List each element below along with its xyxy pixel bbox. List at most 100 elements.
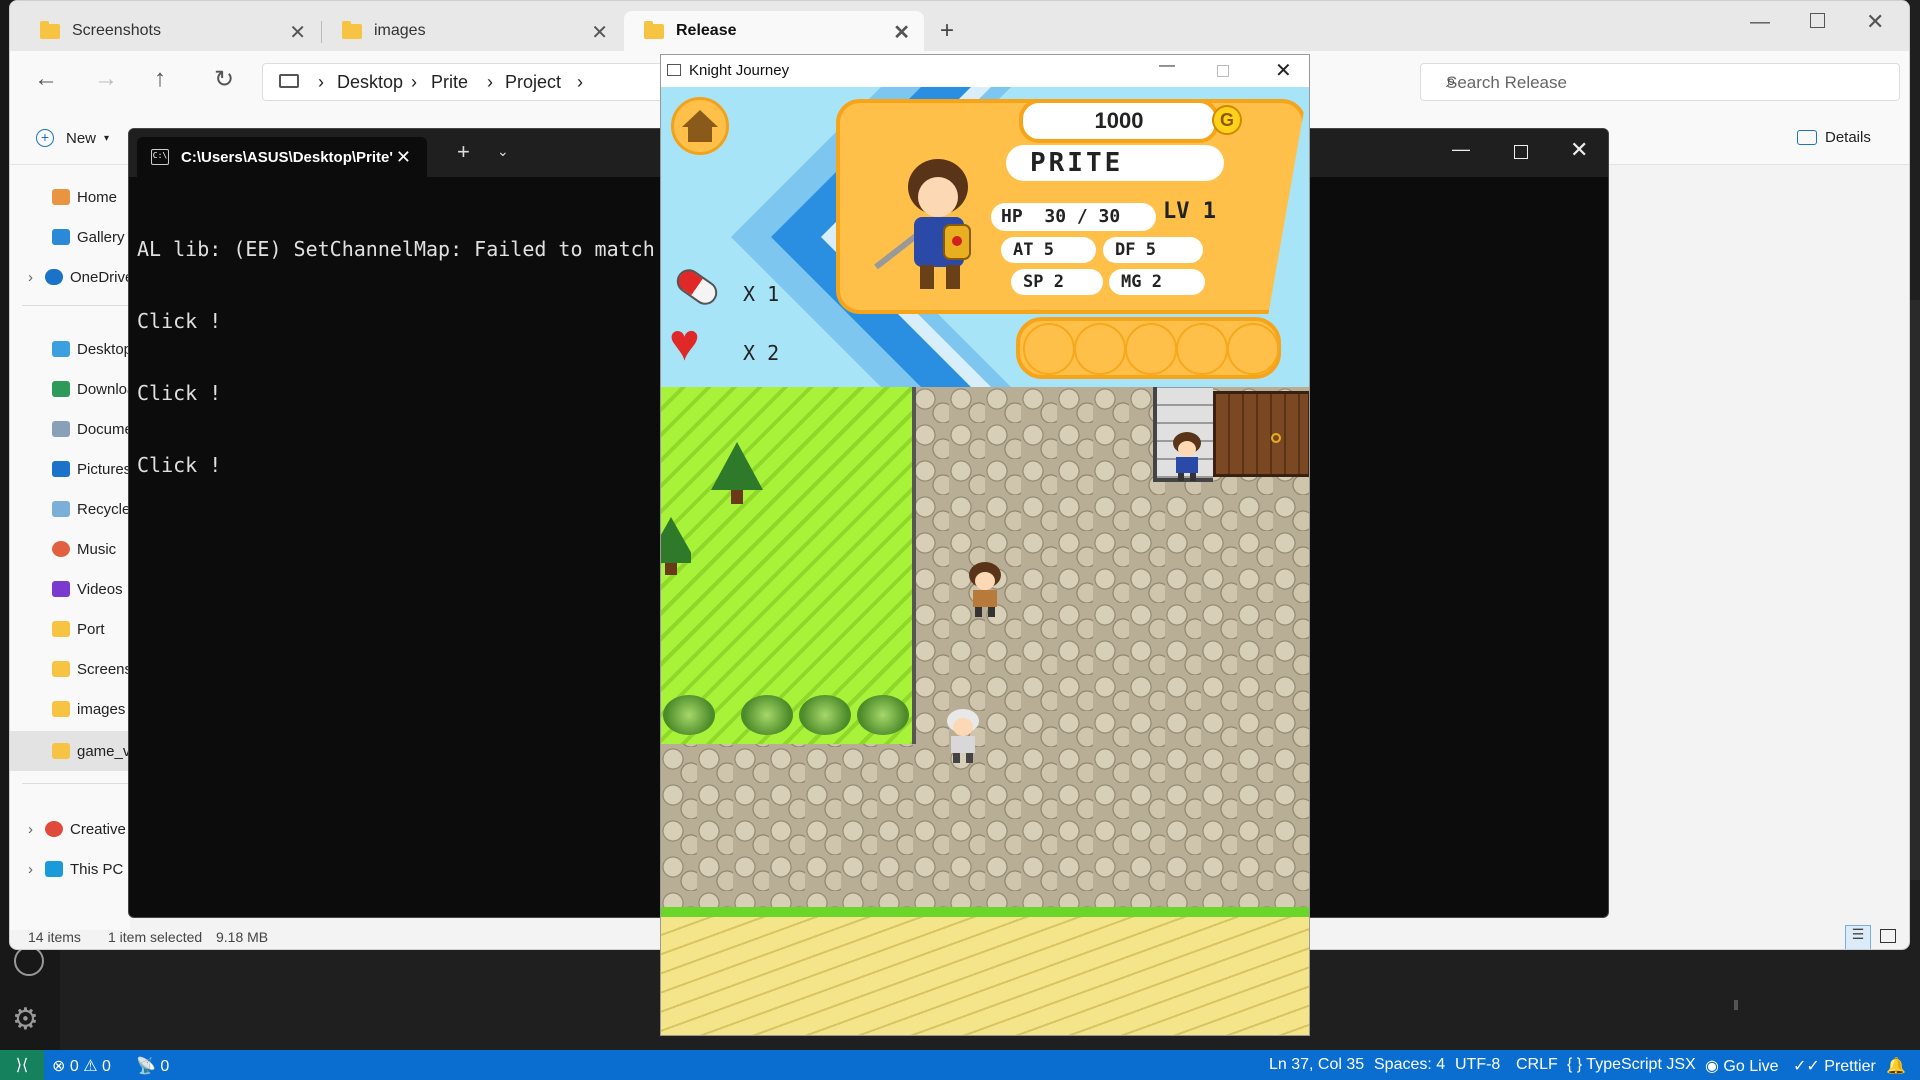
prettier-status[interactable]: ✓✓ Prettier [1793, 1056, 1876, 1076]
new-button[interactable]: + New ▾ [36, 129, 109, 147]
tab-images[interactable]: images ✕ [322, 11, 622, 51]
new-tab-button[interactable]: + [457, 139, 470, 165]
details-button[interactable]: Details [1797, 129, 1871, 146]
sidebar-item-home[interactable]: Home [10, 179, 130, 215]
inventory-slot[interactable] [1074, 323, 1126, 375]
tab-dropdown-icon[interactable]: ⌄ [497, 143, 509, 160]
search-input[interactable]: Search Release ⌕ [1420, 63, 1900, 101]
sidebar-item-images[interactable]: images [10, 691, 130, 727]
close-window-icon[interactable]: ✕ [1570, 137, 1588, 163]
forward-arrow-icon[interactable]: → [94, 65, 118, 93]
game-map[interactable] [661, 387, 1309, 1035]
minimize-icon[interactable]: — [1452, 139, 1470, 160]
cursor-position[interactable]: Ln 37, Col 35 [1269, 1056, 1364, 1074]
sidebar-item-label: Downloads [77, 380, 130, 398]
sidebar-item-creative[interactable]: › Creative [10, 811, 130, 847]
terminal-tab[interactable]: C:\ C:\Users\ASUS\Desktop\Prite' ✕ [137, 137, 427, 177]
inventory-slot[interactable] [1176, 323, 1228, 375]
notifications-bell-icon[interactable]: 🔔 [1886, 1056, 1906, 1076]
breadcrumb[interactable]: › Desktop › Prite › Project › [262, 63, 672, 101]
indentation-status[interactable]: Spaces: 4 [1374, 1056, 1445, 1074]
language-status[interactable]: { } TypeScript JSX [1567, 1056, 1696, 1074]
sidebar-item-recycle[interactable]: Recycle [10, 491, 130, 527]
breadcrumb-desktop[interactable]: Desktop [337, 72, 403, 93]
folder-icon [644, 20, 664, 39]
sidebar-item-screenshots[interactable]: Screens [10, 651, 130, 687]
coin-icon: G [1212, 105, 1242, 135]
minimize-icon[interactable]: — [1750, 11, 1770, 34]
new-label: New [66, 129, 97, 147]
terminal-output[interactable]: AL lib: (EE) SetChannelMap: Failed to ma… [137, 189, 655, 525]
heart-count: X 2 [743, 341, 780, 365]
item-count: 14 items [28, 929, 81, 945]
close-window-icon[interactable]: ✕ [1866, 9, 1884, 35]
heart-icon: ♥ [669, 314, 700, 372]
up-arrow-icon[interactable]: ↑ [154, 65, 166, 93]
sidebar-item-game[interactable]: game_v [10, 731, 130, 771]
explorer-navigation-pane: Home Gallery › OneDrive Desktop Downloads… [10, 165, 130, 930]
level-label: LV [1163, 199, 1190, 224]
golive-status[interactable]: ◉ Go Live [1705, 1056, 1779, 1076]
new-tab-button[interactable]: + [940, 17, 954, 45]
details-pane-icon [1797, 130, 1817, 145]
terminal-line: Click ! [137, 309, 222, 333]
sidebar-item-videos[interactable]: Videos [10, 571, 130, 607]
npc-old-man[interactable] [941, 707, 985, 763]
close-tab-icon[interactable]: ✕ [396, 147, 411, 168]
maximize-icon[interactable] [1514, 145, 1528, 159]
sidebar-divider [22, 305, 130, 306]
close-tab-icon[interactable]: ✕ [591, 20, 608, 45]
tiles-view-icon[interactable] [1880, 929, 1896, 943]
back-arrow-icon[interactable]: ← [34, 65, 58, 93]
sidebar-item-gallery[interactable]: Gallery [10, 219, 130, 255]
close-tab-icon[interactable]: ✕ [893, 20, 910, 45]
encoding-status[interactable]: UTF-8 [1455, 1056, 1500, 1074]
tab-screenshots[interactable]: Screenshots ✕ [20, 11, 320, 51]
list-view-icon[interactable]: ☰ [1845, 925, 1871, 949]
close-tab-icon[interactable]: ✕ [289, 20, 306, 45]
maximize-icon[interactable] [1217, 65, 1229, 77]
inventory-slot[interactable] [1227, 323, 1279, 375]
npc-villager[interactable] [1167, 431, 1207, 481]
minimize-icon[interactable]: — [1159, 57, 1175, 75]
game-window-title: Knight Journey [689, 62, 790, 79]
game-window: Knight Journey — ✕ 1000 G PRITE HP 30 / … [660, 54, 1310, 1036]
hp-label: HP [1001, 206, 1023, 227]
problems-status[interactable]: ⊗ 0 ⚠ 0 [52, 1056, 111, 1076]
pine-tree [661, 517, 691, 575]
ports-status[interactable]: 📡 0 [136, 1056, 169, 1076]
sidebar-item-port[interactable]: Port [10, 611, 130, 647]
bush [663, 695, 715, 735]
maximize-icon[interactable] [1810, 13, 1825, 28]
inventory-slot[interactable] [1125, 323, 1177, 375]
wooden-door[interactable] [1213, 391, 1309, 477]
folder-icon [52, 661, 70, 677]
hp-value: 30 / 30 [1044, 206, 1121, 227]
remote-indicator-icon[interactable]: ⟩⟨ [0, 1050, 44, 1080]
sidebar-item-label: Home [77, 188, 118, 206]
chevron-right-icon: › [577, 72, 583, 92]
inventory-slot[interactable] [1023, 323, 1075, 375]
sidebar-item-onedrive[interactable]: › OneDrive [10, 259, 130, 295]
settings-gear-icon[interactable]: ⚙ [12, 1002, 39, 1037]
sidebar-item-desktop[interactable]: Desktop [10, 331, 130, 367]
sidebar-item-downloads[interactable]: Downloads [10, 371, 130, 407]
sidebar-item-label: game_v [77, 742, 130, 760]
sidebar-item-this-pc[interactable]: › This PC [10, 851, 130, 887]
breadcrumb-prite[interactable]: Prite [431, 72, 468, 93]
close-window-icon[interactable]: ✕ [1275, 58, 1292, 83]
home-button[interactable] [671, 97, 729, 155]
at-value: 5 [1043, 240, 1054, 260]
knight-portrait [874, 159, 971, 289]
account-icon[interactable] [14, 946, 44, 976]
sidebar-divider [22, 783, 130, 784]
breadcrumb-project[interactable]: Project [505, 72, 561, 93]
sidebar-item-music[interactable]: Music [10, 531, 130, 567]
refresh-icon[interactable]: ↻ [214, 65, 234, 94]
sidebar-item-label: OneDrive [70, 268, 130, 286]
player-character[interactable] [963, 561, 1007, 617]
sidebar-item-documents[interactable]: Documents [10, 411, 130, 447]
tab-release[interactable]: Release ✕ [624, 11, 924, 51]
eol-status[interactable]: CRLF [1516, 1056, 1558, 1074]
sidebar-item-pictures[interactable]: Pictures [10, 451, 130, 487]
